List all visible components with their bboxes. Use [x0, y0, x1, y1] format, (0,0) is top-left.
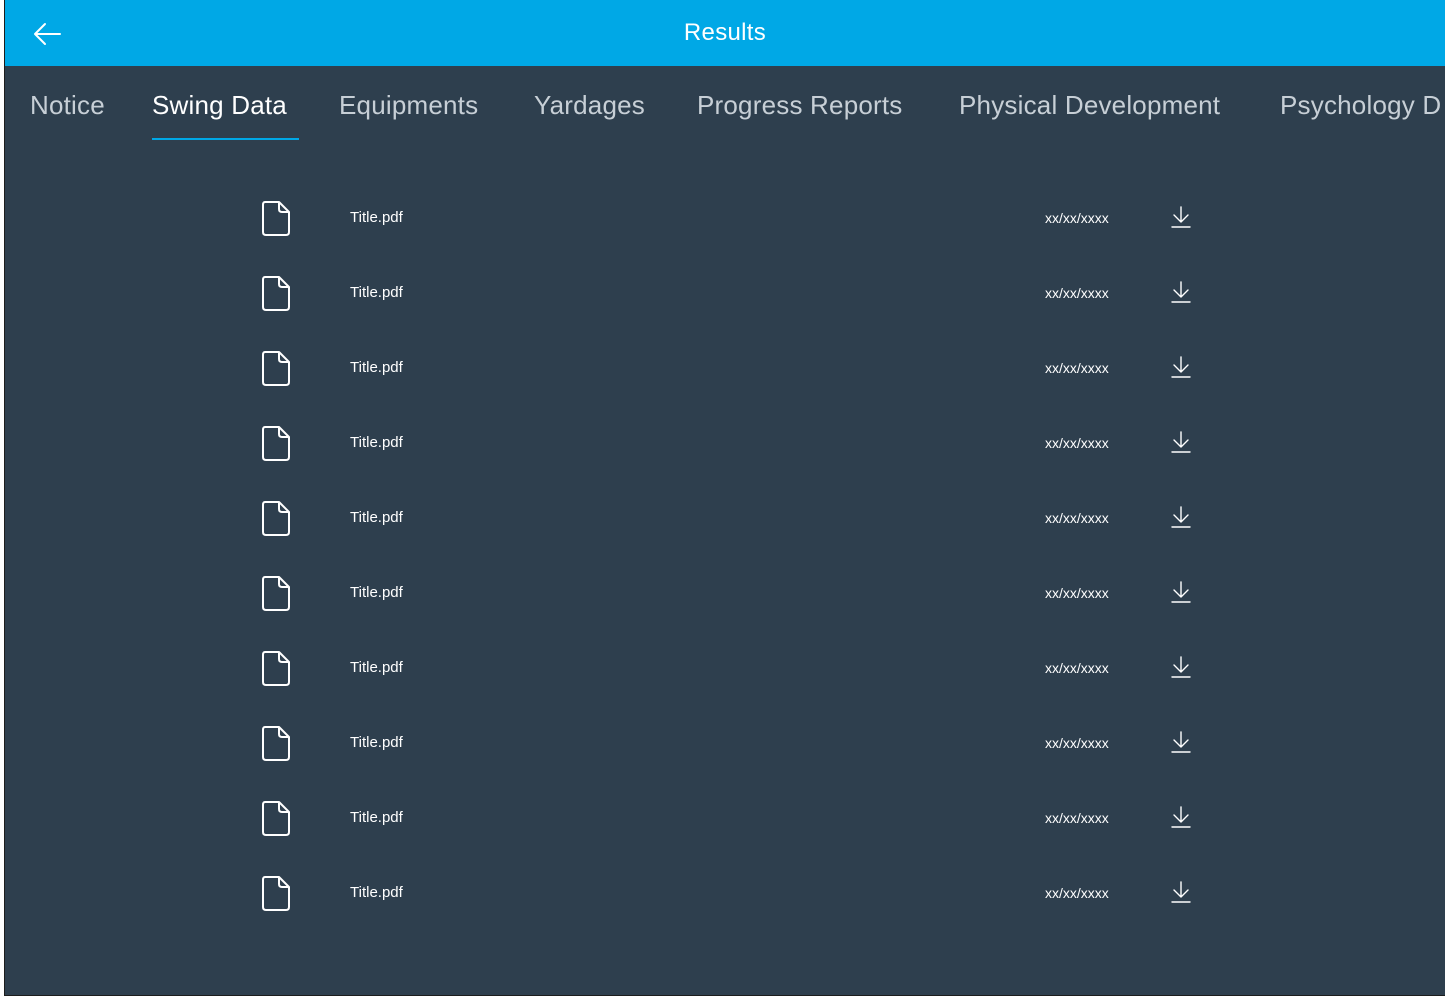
tab-psychology[interactable]: Psychology D [1280, 90, 1441, 121]
file-date: xx/xx/xxxx [1045, 660, 1109, 676]
download-icon[interactable] [1170, 355, 1192, 379]
file-date: xx/xx/xxxx [1045, 210, 1109, 226]
download-icon[interactable] [1170, 280, 1192, 304]
file-row[interactable]: Title.pdf xx/xx/xxxx [5, 256, 1445, 331]
file-date: xx/xx/xxxx [1045, 285, 1109, 301]
download-icon[interactable] [1170, 880, 1192, 904]
file-row[interactable]: Title.pdf xx/xx/xxxx [5, 556, 1445, 631]
file-row[interactable]: Title.pdf xx/xx/xxxx [5, 406, 1445, 481]
download-icon[interactable] [1170, 805, 1192, 829]
tab-progress-reports[interactable]: Progress Reports [697, 90, 903, 121]
file-icon [262, 726, 290, 761]
download-icon[interactable] [1170, 430, 1192, 454]
file-row[interactable]: Title.pdf xx/xx/xxxx [5, 706, 1445, 781]
file-name[interactable]: Title.pdf [350, 884, 403, 901]
tab-swing-data[interactable]: Swing Data [152, 90, 287, 121]
file-row[interactable]: Title.pdf xx/xx/xxxx [5, 481, 1445, 556]
file-icon [262, 201, 290, 236]
file-name[interactable]: Title.pdf [350, 584, 403, 601]
file-date: xx/xx/xxxx [1045, 585, 1109, 601]
file-date: xx/xx/xxxx [1045, 735, 1109, 751]
page-title: Results [683, 19, 767, 46]
download-icon[interactable] [1170, 580, 1192, 604]
file-date: xx/xx/xxxx [1045, 360, 1109, 376]
file-icon [262, 576, 290, 611]
file-date: xx/xx/xxxx [1045, 435, 1109, 451]
file-name[interactable]: Title.pdf [350, 359, 403, 376]
file-name[interactable]: Title.pdf [350, 734, 403, 751]
file-icon [262, 501, 290, 536]
file-date: xx/xx/xxxx [1045, 510, 1109, 526]
file-row[interactable]: Title.pdf xx/xx/xxxx [5, 781, 1445, 856]
file-name[interactable]: Title.pdf [350, 809, 403, 826]
file-icon [262, 876, 290, 911]
download-icon[interactable] [1170, 205, 1192, 229]
file-icon [262, 801, 290, 836]
file-icon [262, 426, 290, 461]
app-frame: Results Notice Swing Data Equipments Yar… [4, 0, 1445, 996]
file-row[interactable]: Title.pdf xx/xx/xxxx [5, 631, 1445, 706]
active-tab-indicator [152, 138, 299, 140]
file-row[interactable]: Title.pdf xx/xx/xxxx [5, 331, 1445, 406]
back-button[interactable] [29, 17, 65, 51]
download-icon[interactable] [1170, 730, 1192, 754]
file-icon [262, 651, 290, 686]
file-name[interactable]: Title.pdf [350, 434, 403, 451]
tab-equipments[interactable]: Equipments [339, 90, 478, 121]
file-date: xx/xx/xxxx [1045, 885, 1109, 901]
file-name[interactable]: Title.pdf [350, 209, 403, 226]
file-name[interactable]: Title.pdf [350, 509, 403, 526]
file-name[interactable]: Title.pdf [350, 284, 403, 301]
header-bar: Results [5, 0, 1445, 66]
file-icon [262, 276, 290, 311]
file-row[interactable]: Title.pdf xx/xx/xxxx [5, 856, 1445, 931]
file-date: xx/xx/xxxx [1045, 810, 1109, 826]
tab-bar: Notice Swing Data Equipments Yardages Pr… [5, 66, 1445, 144]
download-icon[interactable] [1170, 655, 1192, 679]
file-name[interactable]: Title.pdf [350, 659, 403, 676]
tab-physical-development[interactable]: Physical Development [959, 90, 1220, 121]
download-icon[interactable] [1170, 505, 1192, 529]
file-row[interactable]: Title.pdf xx/xx/xxxx [5, 181, 1445, 256]
arrow-left-icon [34, 23, 61, 45]
tab-yardages[interactable]: Yardages [534, 90, 645, 121]
file-icon [262, 351, 290, 386]
tab-notice[interactable]: Notice [30, 90, 105, 121]
